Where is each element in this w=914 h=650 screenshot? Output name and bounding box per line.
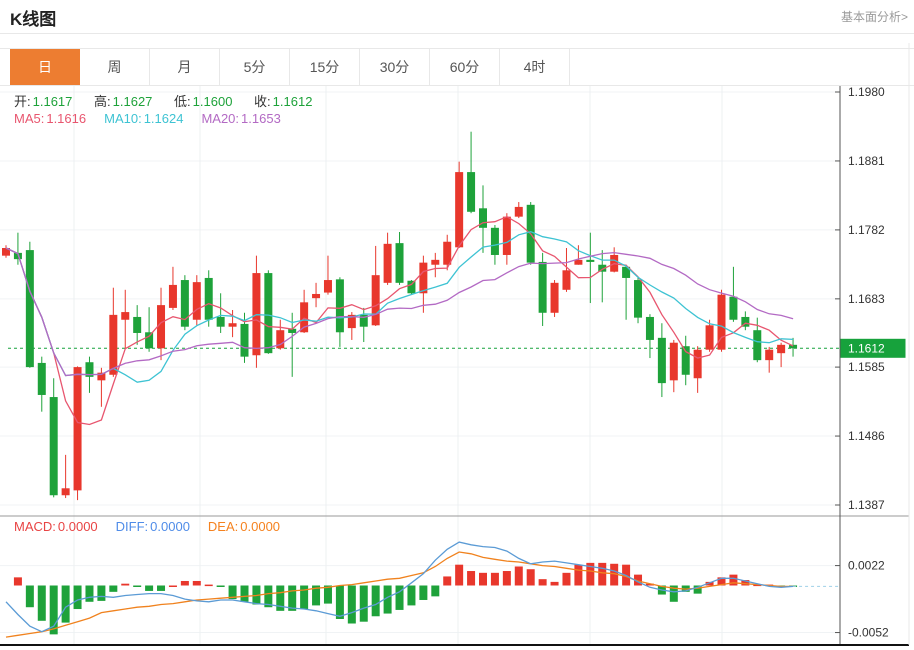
kline-chart[interactable]: 1.1980 1.1881 1.1782 1.1683 1.1585 1.1486 1.13… xyxy=(0,0,914,650)
macd-bar xyxy=(455,565,463,586)
macd-bar xyxy=(407,586,415,606)
candle-body xyxy=(384,244,392,283)
macd-bar xyxy=(467,571,475,585)
candle-body xyxy=(407,281,415,294)
candle-body xyxy=(562,270,570,290)
candle-body xyxy=(586,260,594,262)
candle-body xyxy=(443,242,451,265)
macd-bar xyxy=(539,579,547,585)
axis-label: 1.1387 xyxy=(848,498,885,512)
candle-body xyxy=(419,263,427,294)
candle-body xyxy=(229,323,237,326)
macd-bar xyxy=(205,585,213,587)
macd-bar xyxy=(62,586,70,623)
macd-bar xyxy=(336,586,344,619)
candle-body xyxy=(574,260,582,265)
candle-body xyxy=(706,325,714,349)
kline-widget: K线图 基本面分析> 日周月5分15分30分60分4时 1.19801.1881… xyxy=(0,0,914,650)
candle-body xyxy=(205,278,213,320)
candle-body xyxy=(694,350,702,379)
candle-body xyxy=(241,324,249,357)
candle-body xyxy=(312,294,320,298)
axis-label: 1.1980 xyxy=(848,85,885,99)
macd-bar xyxy=(574,565,582,586)
candle-body xyxy=(539,262,547,313)
macd-bar xyxy=(145,586,153,591)
macd-bar xyxy=(551,582,559,586)
macd-bar xyxy=(419,586,427,600)
macd-bar xyxy=(372,586,380,617)
candle-body xyxy=(467,172,475,212)
axis-label: 1.1881 xyxy=(848,154,885,168)
candle-body xyxy=(133,317,141,333)
macd-bar xyxy=(324,586,332,604)
macd-bar xyxy=(527,569,535,585)
macd-bar xyxy=(431,586,439,597)
candle-body xyxy=(658,338,666,383)
macd-bar xyxy=(479,573,487,586)
macd-bar xyxy=(121,584,129,586)
candle-body xyxy=(634,280,642,318)
candle-body xyxy=(491,228,499,255)
macd-bar xyxy=(85,586,93,602)
macd-bar xyxy=(157,586,165,591)
macd-bar xyxy=(443,576,451,585)
current-price-badge-label: 1.1612 xyxy=(848,341,885,355)
candle-body xyxy=(646,317,654,340)
macd-bar xyxy=(38,586,46,621)
candle-body xyxy=(670,343,678,381)
candle-body xyxy=(765,350,773,360)
candle-body xyxy=(38,363,46,395)
macd-bar xyxy=(562,573,570,586)
macd-bar xyxy=(491,573,499,586)
macd-bar xyxy=(598,563,606,586)
candle-body xyxy=(193,282,201,320)
candle-body xyxy=(396,243,404,283)
macd-bar xyxy=(348,586,356,624)
macd-bar xyxy=(360,586,368,622)
candle-body xyxy=(777,345,785,353)
macd-bar xyxy=(109,586,117,592)
candle-body xyxy=(121,312,129,320)
candle-body xyxy=(169,285,177,308)
candle-body xyxy=(431,260,439,265)
macd-bar xyxy=(14,577,22,585)
candle-body xyxy=(145,332,153,348)
candle-body xyxy=(503,217,511,255)
macd-bar xyxy=(74,586,82,610)
macd-bar xyxy=(97,586,105,601)
candle-body xyxy=(324,280,332,293)
candle-body xyxy=(372,275,380,325)
axis-label: 1.1585 xyxy=(848,360,885,374)
candle-body xyxy=(336,279,344,332)
macd-bar xyxy=(193,581,201,586)
macd-bar xyxy=(241,586,249,602)
axis-label: 0.0022 xyxy=(848,559,885,573)
macd-bar xyxy=(503,571,511,585)
macd-bar xyxy=(133,586,141,588)
candle-body xyxy=(551,283,559,313)
candle-body xyxy=(729,297,737,320)
candle-body xyxy=(264,273,272,353)
axis-label: -0.0052 xyxy=(848,626,889,640)
candle-body xyxy=(50,397,58,495)
axis-label: 1.1486 xyxy=(848,429,885,443)
macd-bar xyxy=(515,566,523,585)
axis-label: 1.1782 xyxy=(848,223,885,237)
candle-body xyxy=(455,172,463,247)
candle-body xyxy=(515,207,523,217)
macd-bar xyxy=(217,586,225,588)
candle-body xyxy=(26,250,34,367)
candle-body xyxy=(109,315,117,375)
macd-bar xyxy=(169,586,177,588)
macd-bar xyxy=(26,586,34,608)
axis-label: 1.1683 xyxy=(848,292,885,306)
macd-bar xyxy=(181,581,189,586)
candle-body xyxy=(62,488,70,495)
candle-body xyxy=(74,367,82,490)
candle-body xyxy=(753,330,761,360)
candle-body xyxy=(217,317,225,327)
